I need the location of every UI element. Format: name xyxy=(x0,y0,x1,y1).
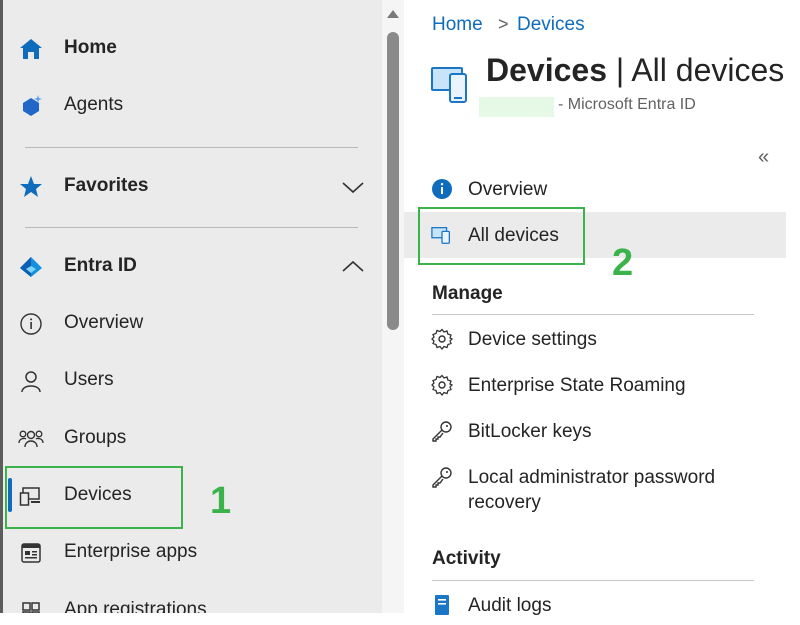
menu-item-device-settings[interactable]: Device settings xyxy=(404,319,786,359)
sidebar-item-label: Agents xyxy=(64,94,124,115)
menu-item-audit-logs[interactable]: Audit logs xyxy=(404,585,786,625)
page-title: Devices | All devices xyxy=(486,52,784,89)
sidebar-item-label: Enterprise apps xyxy=(64,541,198,562)
annotation-number-1: 1 xyxy=(210,480,232,522)
scroll-up-arrow-icon[interactable] xyxy=(387,10,399,18)
sidebar-item-home[interactable]: Home xyxy=(0,28,382,68)
section-heading-manage: Manage xyxy=(432,283,503,304)
groups-icon xyxy=(18,426,44,452)
menu-item-label-line1: Local administrator password xyxy=(468,467,716,488)
redacted-tenant-name xyxy=(479,97,554,117)
menu-item-overview[interactable]: Overview xyxy=(404,169,786,209)
sidebar-item-users[interactable]: Users xyxy=(0,360,382,400)
sidebar-item-label: Favorites xyxy=(64,175,149,196)
agents-icon xyxy=(18,93,44,119)
breadcrumb-separator-icon: > xyxy=(498,14,509,34)
divider xyxy=(25,147,358,148)
divider xyxy=(432,314,754,315)
entra-id-icon xyxy=(18,254,44,280)
menu-item-label: Overview xyxy=(468,179,548,200)
sidebar-item-favorites[interactable]: Favorites xyxy=(0,166,382,206)
sidebar-item-overview[interactable]: Overview xyxy=(0,303,382,343)
sidebar-item-label: Users xyxy=(64,369,114,390)
info-icon xyxy=(18,311,44,337)
sidebar-item-entra-id[interactable]: Entra ID xyxy=(0,246,382,286)
section-heading-activity: Activity xyxy=(432,548,501,569)
menu-item-local-admin-password-recovery[interactable]: Local administrator password recovery xyxy=(404,457,786,517)
key-icon xyxy=(431,420,453,442)
gear-icon xyxy=(431,328,453,350)
collapse-menu-icon[interactable]: « xyxy=(758,146,769,169)
highlight-box-devices xyxy=(5,466,183,529)
breadcrumb-devices-link[interactable]: Devices xyxy=(517,14,585,36)
menu-item-label: BitLocker keys xyxy=(468,421,592,442)
menu-item-label: Enterprise State Roaming xyxy=(468,375,686,396)
sidebar-item-groups[interactable]: Groups xyxy=(0,418,382,458)
menu-item-label: Audit logs xyxy=(468,595,552,616)
sidebar-item-label: Overview xyxy=(64,312,144,333)
key-icon xyxy=(431,466,453,488)
sidebar-item-app-registrations[interactable]: App registrations xyxy=(0,590,382,613)
divider xyxy=(432,580,754,581)
scrollbar-thumb[interactable] xyxy=(387,32,399,330)
menu-item-label-line2: recovery xyxy=(468,492,541,513)
star-icon xyxy=(18,174,44,200)
sidebar-item-label: Home xyxy=(64,37,117,58)
page-title-main: Devices xyxy=(486,52,607,88)
devices-page-icon xyxy=(431,67,467,103)
sidebar-item-label: App registrations xyxy=(64,599,207,613)
highlight-box-all-devices xyxy=(418,207,585,265)
sidebar-item-label: Entra ID xyxy=(64,255,137,276)
menu-item-bitlocker-keys[interactable]: BitLocker keys xyxy=(404,411,786,451)
left-border xyxy=(0,0,3,613)
enterprise-apps-icon xyxy=(18,540,44,566)
divider xyxy=(25,227,358,228)
sidebar-item-label: Groups xyxy=(64,427,127,448)
breadcrumb-home-link[interactable]: Home xyxy=(432,14,483,36)
sidebar-scrollbar[interactable] xyxy=(382,0,404,613)
page-subtitle: - Microsoft Entra ID xyxy=(558,96,696,113)
menu-item-label: Device settings xyxy=(468,329,597,350)
gear-icon xyxy=(431,374,453,396)
user-icon xyxy=(18,368,44,394)
main-content: Home > Devices Devices | All devices - M… xyxy=(404,0,800,616)
app-registrations-icon xyxy=(18,598,44,613)
sidebar-item-agents[interactable]: Agents xyxy=(0,85,382,125)
chevron-down-icon[interactable] xyxy=(342,176,364,198)
home-icon xyxy=(18,36,44,62)
menu-item-enterprise-state-roaming[interactable]: Enterprise State Roaming xyxy=(404,365,786,405)
info-filled-icon xyxy=(431,178,453,200)
sidebar-item-enterprise-apps[interactable]: Enterprise apps xyxy=(0,532,382,572)
page-title-rest: | All devices xyxy=(606,52,785,88)
annotation-number-2: 2 xyxy=(612,242,634,284)
chevron-up-icon[interactable] xyxy=(342,256,364,278)
